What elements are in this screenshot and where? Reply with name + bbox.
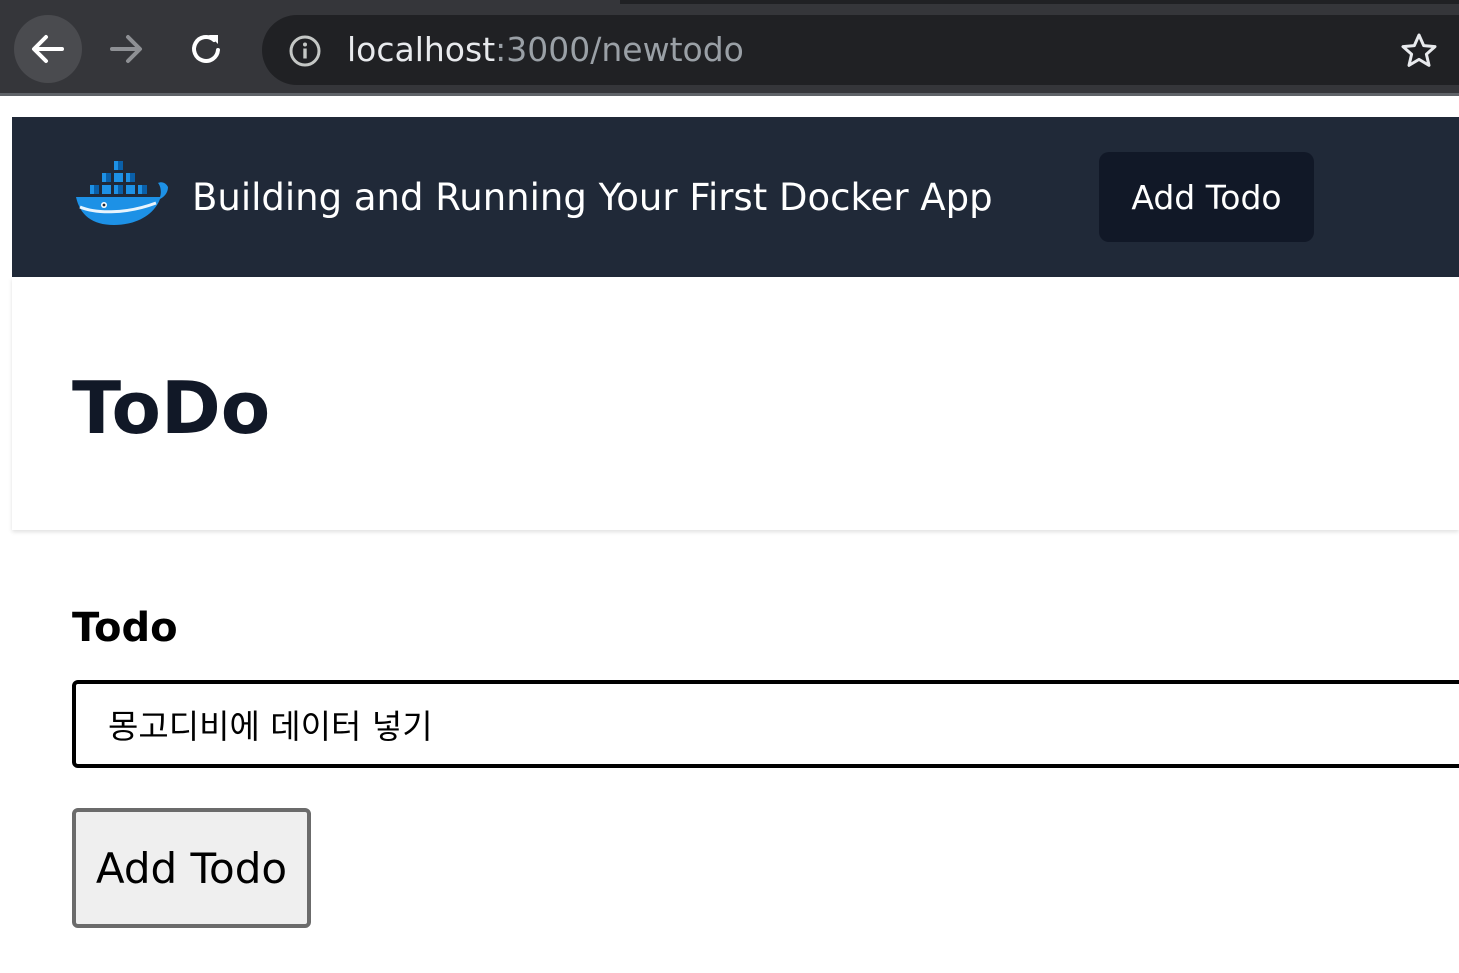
url-host: localhost <box>347 30 496 69</box>
app-title: Building and Running Your First Docker A… <box>192 176 993 219</box>
app-navbar: Building and Running Your First Docker A… <box>12 117 1459 277</box>
todo-label: Todo <box>72 605 178 651</box>
page-title: ToDo <box>72 366 271 450</box>
todo-input[interactable] <box>72 680 1459 768</box>
address-bar[interactable]: localhost:3000/newtodo <box>262 15 1459 85</box>
info-icon[interactable] <box>288 34 322 68</box>
url-text[interactable]: localhost:3000/newtodo <box>347 27 744 73</box>
reload-button[interactable] <box>173 15 241 83</box>
tab-strip-edge <box>620 0 1459 4</box>
nav-add-todo-button[interactable]: Add Todo <box>1099 152 1314 242</box>
arrow-right-icon <box>110 35 142 63</box>
page-header: ToDo <box>12 277 1459 530</box>
star-icon[interactable] <box>1399 31 1439 71</box>
arrow-left-icon <box>32 35 64 63</box>
back-button[interactable] <box>14 15 82 83</box>
url-path: :3000/newtodo <box>495 30 744 69</box>
reload-icon <box>192 34 220 63</box>
add-todo-submit-button[interactable]: Add Todo <box>72 808 311 928</box>
docker-whale-logo <box>76 161 168 225</box>
browser-toolbar: localhost:3000/newtodo <box>0 0 1459 96</box>
forward-button[interactable] <box>92 15 160 83</box>
